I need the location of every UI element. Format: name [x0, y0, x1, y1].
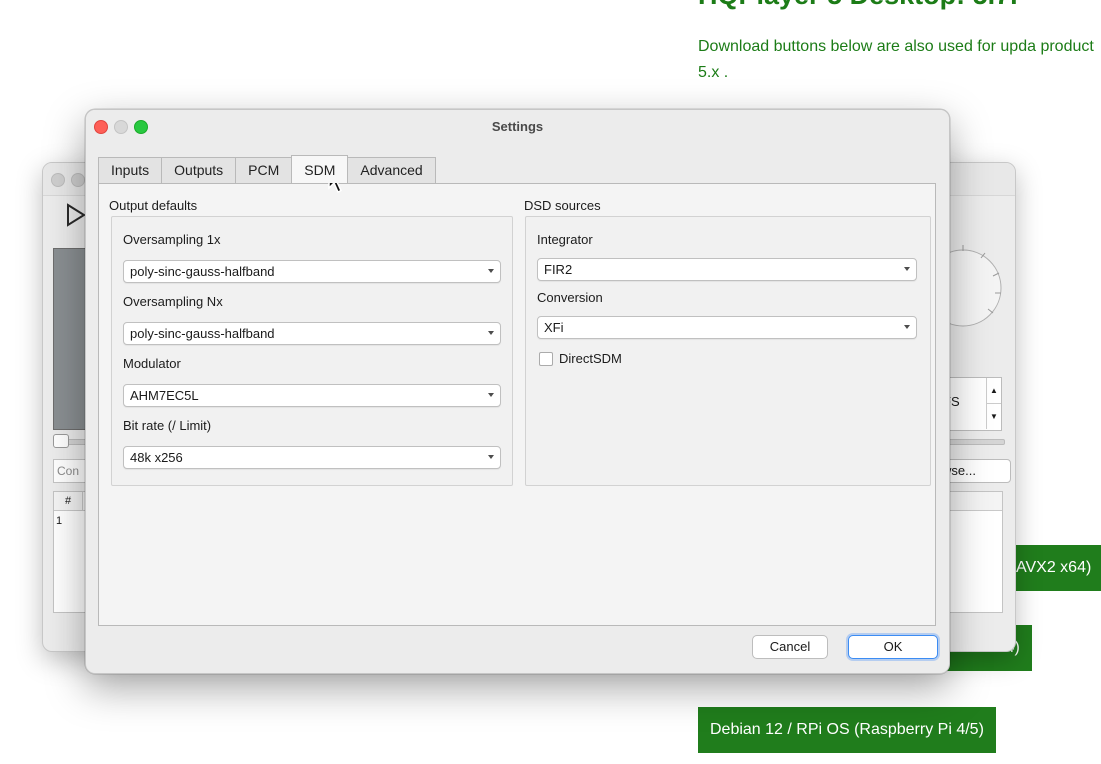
dialog-title: Settings: [491, 119, 544, 134]
chevron-down-icon: [488, 393, 494, 397]
oversampling-nx-value: poly-sinc-gauss-halfband: [130, 326, 275, 341]
page-heading: HQPlayer 5 Desktop: 5.7.: [698, 0, 1018, 12]
spin-up-icon[interactable]: ▲: [986, 378, 1001, 404]
direct-sdm-checkbox[interactable]: [539, 352, 553, 366]
oversampling-1x-value: poly-sinc-gauss-halfband: [130, 264, 275, 279]
page-intro-text: Download buttons below are also used for…: [698, 38, 1094, 81]
tab-sdm[interactable]: SDM: [291, 155, 349, 183]
integrator-value: FIR2: [544, 262, 573, 277]
download-button-debian[interactable]: Debian 12 / RPi OS (Raspberry Pi 4/5): [698, 707, 996, 753]
tab-bar: Inputs Outputs PCM SDM Advanced: [98, 155, 436, 183]
modulator-select[interactable]: AHM7EC5L: [123, 384, 501, 407]
modulator-value: AHM7EC5L: [130, 388, 199, 403]
chevron-down-icon: [488, 455, 494, 459]
cancel-button[interactable]: Cancel: [752, 635, 828, 659]
chevron-down-icon: [488, 331, 494, 335]
player-close-icon[interactable]: [51, 173, 65, 187]
settings-dialog: Settings Inputs Outputs PCM SDM Advanced…: [85, 109, 950, 674]
tab-inputs[interactable]: Inputs: [98, 157, 163, 183]
dsd-sources-title: DSD sources: [524, 198, 601, 213]
download-button-avx2[interactable]: AVX2 x64): [1006, 545, 1101, 591]
oversampling-nx-label: Oversampling Nx: [123, 294, 223, 309]
tab-advanced[interactable]: Advanced: [347, 157, 436, 183]
chevron-down-icon: [904, 325, 910, 329]
conversion-value: XFi: [544, 320, 564, 335]
bitrate-label: Bit rate (/ Limit): [123, 418, 212, 433]
dialog-titlebar: Settings: [86, 110, 949, 142]
sdm-tab-pane: Output defaults Oversampling 1x poly-sin…: [98, 183, 936, 626]
chevron-down-icon: [488, 269, 494, 273]
conversion-select[interactable]: XFi: [537, 316, 917, 339]
oversampling-nx-select[interactable]: poly-sinc-gauss-halfband: [123, 322, 501, 345]
oversampling-1x-label: Oversampling 1x: [123, 232, 221, 247]
player-minimize-icon[interactable]: [71, 173, 85, 187]
bitrate-value: 48k x256: [130, 450, 183, 465]
tab-pcm[interactable]: PCM: [235, 157, 293, 183]
play-icon[interactable]: [65, 203, 87, 232]
spin-down-icon[interactable]: ▼: [986, 404, 1001, 429]
bitrate-select[interactable]: 48k x256: [123, 446, 501, 469]
ok-button[interactable]: OK: [848, 635, 938, 659]
chevron-down-icon: [904, 267, 910, 271]
tab-outputs[interactable]: Outputs: [161, 157, 237, 183]
direct-sdm-label[interactable]: DirectSDM: [559, 351, 622, 366]
integrator-label: Integrator: [537, 232, 593, 247]
integrator-select[interactable]: FIR2: [537, 258, 917, 281]
modulator-label: Modulator: [123, 356, 181, 371]
slider-handle[interactable]: [53, 434, 69, 448]
oversampling-1x-select[interactable]: poly-sinc-gauss-halfband: [123, 260, 501, 283]
conversion-label: Conversion: [537, 290, 603, 305]
column-header-number[interactable]: #: [54, 492, 83, 510]
output-defaults-title: Output defaults: [109, 198, 198, 213]
